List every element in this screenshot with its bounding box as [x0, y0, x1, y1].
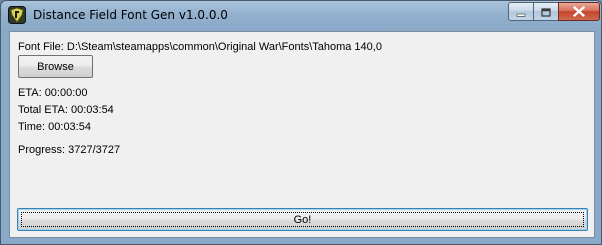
app-window: Distance Field Font Gen v1.0.0.0 Font Fi… — [0, 0, 602, 245]
close-icon — [573, 2, 585, 21]
browse-button[interactable]: Browse — [18, 55, 93, 78]
maximize-button[interactable] — [533, 2, 559, 21]
eta-label: ETA: 00:00:00 — [18, 87, 88, 99]
time-label: Time: 00:03:54 — [18, 121, 91, 133]
minimize-button[interactable] — [508, 2, 534, 21]
maximize-icon — [541, 2, 551, 21]
minimize-icon — [516, 2, 526, 21]
go-button-label: Go! — [293, 213, 312, 226]
progress-label: Progress: 3727/3727 — [18, 144, 121, 156]
go-button[interactable]: Go! — [17, 208, 588, 231]
total-eta-label: Total ETA: 00:03:54 — [18, 104, 114, 116]
title-bar[interactable]: Distance Field Font Gen v1.0.0.0 — [1, 1, 601, 31]
client-area: Font File: D:\Steam\steamapps\common\Ori… — [9, 31, 595, 238]
window-title: Distance Field Font Gen v1.0.0.0 — [33, 8, 228, 22]
app-icon — [8, 6, 26, 24]
close-button[interactable] — [558, 2, 600, 21]
font-file-label: Font File: D:\Steam\steamapps\common\Ori… — [18, 41, 382, 53]
